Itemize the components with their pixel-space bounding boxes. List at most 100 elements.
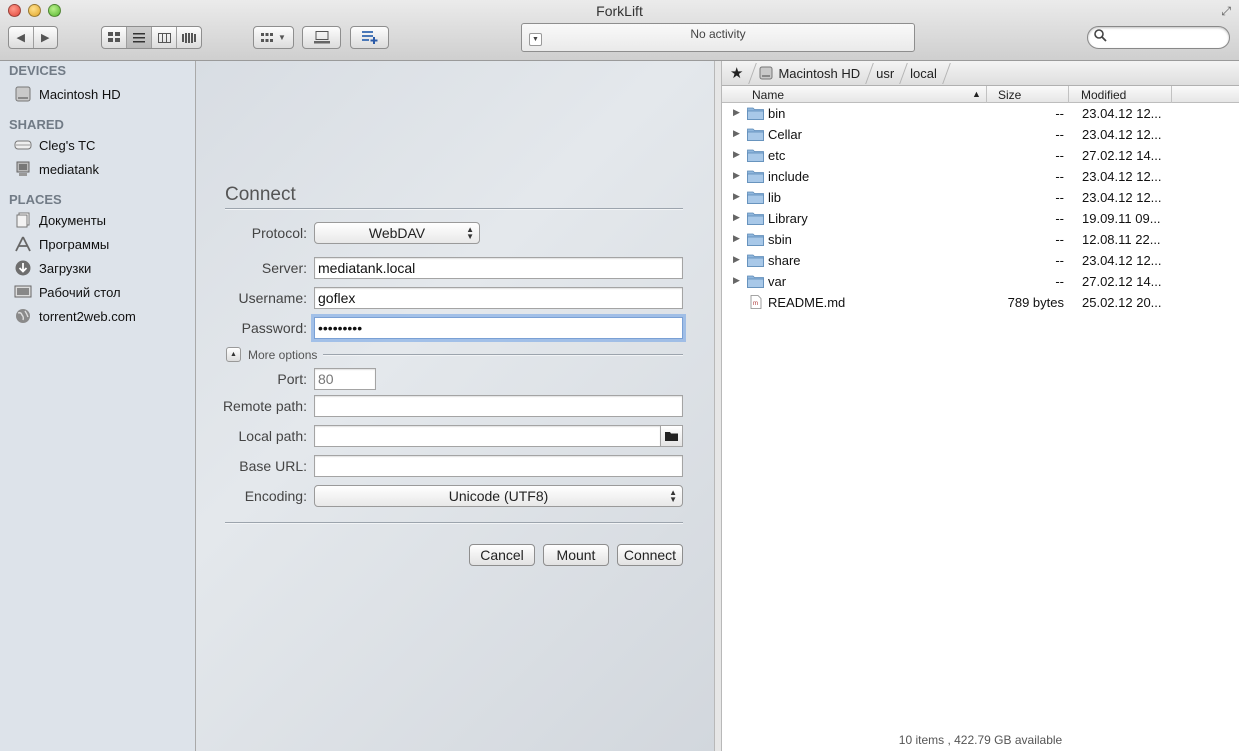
sidebar-item-torrent2web[interactable]: torrent2web.com [13,305,193,327]
zoom-window-button[interactable] [48,4,61,17]
table-row[interactable]: ▶ etc -- 27.02.12 14... [722,145,1239,166]
column-separator[interactable] [1068,86,1069,103]
list-view-button[interactable] [127,27,152,48]
server-label: Server: [261,260,307,276]
browse-folder-button[interactable] [660,425,683,447]
search-field[interactable] [1087,26,1230,49]
folder-icon [747,274,764,288]
pane-splitter[interactable] [714,61,722,751]
server-input[interactable] [314,257,683,279]
table-row[interactable]: m README.md 789 bytes 25.02.12 20... [722,292,1239,313]
fullscreen-icon[interactable]: ⤢ [1221,4,1231,19]
disclosure-triangle-icon[interactable]: ▶ [733,107,740,118]
sidebar: DEVICES Macintosh HD SHARED Cleg's TC me… [0,61,196,751]
column-header-size[interactable]: Size [998,88,1021,102]
activity-monitor[interactable]: ▼ No activity [521,23,915,52]
column-header-name[interactable]: Name [752,88,784,102]
row-modified: 25.02.12 20... [1082,295,1162,310]
search-input[interactable] [1110,29,1220,46]
arrange-menu-button[interactable]: ▼ [253,26,294,49]
table-row[interactable]: ▶ bin -- 23.04.12 12... [722,103,1239,124]
row-modified: 19.09.11 09... [1082,211,1161,226]
row-size: -- [1055,211,1064,226]
column-view-button[interactable] [152,27,177,48]
row-modified: 27.02.12 14... [1082,274,1162,289]
svg-text:m: m [753,301,758,307]
sidebar-item-label: Программы [39,236,110,252]
column-separator[interactable] [1171,86,1172,103]
password-input[interactable] [314,317,683,339]
encoding-select[interactable]: Unicode (UTF8) ▲ ▼ [314,485,683,507]
local-path-label: Local path: [238,428,308,444]
row-modified: 23.04.12 12... [1082,190,1162,205]
sidebar-item-label: Cleg's TC [39,137,96,153]
disclosure-triangle-icon[interactable]: ▶ [733,212,740,223]
column-view-icon [157,32,171,43]
sidebar-item-clegs-tc[interactable]: Cleg's TC [13,134,193,156]
sidebar-item-desktop[interactable]: Рабочий стол [13,281,193,303]
local-path-input[interactable] [314,425,661,447]
status-bar: 10 items , 422.79 GB available [898,733,1063,747]
sidebar-item-mediatank[interactable]: mediatank [13,158,193,180]
sidebar-item-macintosh-hd[interactable]: Macintosh HD [13,83,193,105]
row-size: -- [1055,232,1064,247]
base-url-input[interactable] [314,455,683,477]
table-row[interactable]: ▶ sbin -- 12.08.11 22... [722,229,1239,250]
table-row[interactable]: ▶ lib -- 23.04.12 12... [722,187,1239,208]
disclosure-triangle-icon[interactable]: ▶ [733,170,740,181]
back-forward-control: ◀ ▶ [8,26,58,49]
globe-icon [13,308,33,324]
disclosure-triangle-icon[interactable]: ▶ [733,254,740,265]
disclosure-triangle-icon[interactable]: ▶ [733,149,740,160]
minimize-window-button[interactable] [28,4,41,17]
downloads-icon [13,260,33,276]
table-row[interactable]: ▶ include -- 23.04.12 12... [722,166,1239,187]
icon-view-button[interactable] [102,27,127,48]
row-modified: 27.02.12 14... [1082,148,1162,163]
document-icon: m [747,295,764,309]
row-name: var [768,274,787,289]
disclosure-triangle-icon[interactable]: ▶ [733,275,740,286]
close-window-button[interactable] [8,4,21,17]
connect-button[interactable]: Connect [617,544,683,566]
port-input[interactable] [314,368,376,390]
cancel-button[interactable]: Cancel [469,544,535,566]
connect-toolbar-button[interactable] [302,26,341,49]
forward-button[interactable]: ▶ [34,27,58,48]
back-button[interactable]: ◀ [9,27,34,48]
coverflow-view-button[interactable] [177,27,201,48]
username-input[interactable] [314,287,683,309]
row-modified: 23.04.12 12... [1082,169,1162,184]
folder-icon [747,253,764,267]
table-row[interactable]: ▶ var -- 27.02.12 14... [722,271,1239,292]
table-row[interactable]: ▶ Library -- 19.09.11 09... [722,208,1239,229]
protocol-select[interactable]: WebDAV ▲ ▼ [314,222,480,244]
row-name: README.md [768,295,846,310]
search-icon [1094,29,1107,45]
disclosure-triangle-icon[interactable]: ▶ [733,191,740,202]
updown-arrows-icon: ▲ ▼ [669,488,677,504]
table-row[interactable]: ▶ Cellar -- 23.04.12 12... [722,124,1239,145]
disclosure-triangle-icon[interactable]: ▶ [733,233,740,244]
table-row[interactable]: ▶ share -- 23.04.12 12... [722,250,1239,271]
hard-drive-icon [13,86,33,102]
favorite-star-icon[interactable]: ★ [722,61,751,86]
sidebar-item-applications[interactable]: Программы [13,233,193,255]
sort-ascending-icon: ▲ [972,89,981,99]
username-label: Username: [238,290,307,306]
favorites-toolbar-button[interactable] [350,26,389,49]
path-segment-macintosh-hd[interactable]: Macintosh HD [751,61,868,86]
path-segment-local[interactable]: local [902,61,945,86]
mount-button[interactable]: Mount [543,544,609,566]
sidebar-item-documents[interactable]: Документы [13,209,193,231]
remote-path-input[interactable] [314,395,683,417]
column-header-modified[interactable]: Modified [1081,88,1126,102]
more-options-toggle[interactable]: ▲ [226,347,241,362]
column-separator[interactable] [986,86,987,103]
row-modified: 12.08.11 22... [1082,232,1161,247]
more-options-label: More options [248,348,318,362]
path-segment-usr[interactable]: usr [868,61,902,86]
disclosure-triangle-icon[interactable]: ▶ [733,128,740,139]
window-title: ForkLift [596,3,643,19]
sidebar-item-downloads[interactable]: Загрузки [13,257,193,279]
